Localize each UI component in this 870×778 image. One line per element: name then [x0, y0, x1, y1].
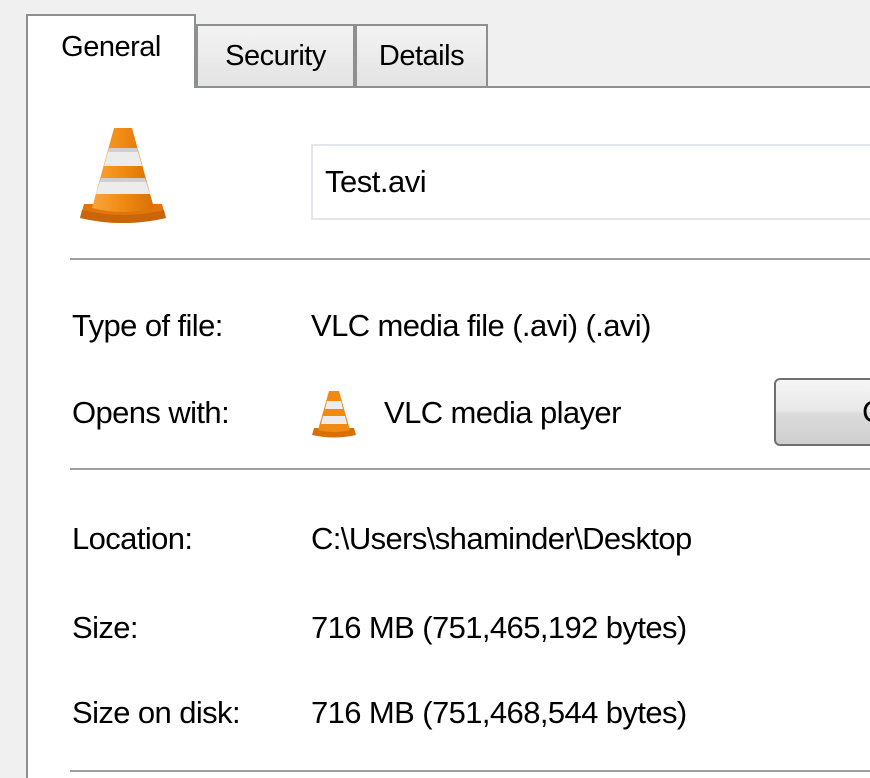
change-button[interactable]: C	[774, 378, 870, 446]
separator	[70, 770, 870, 772]
opens-with-app-name: VLC media player	[384, 395, 621, 430]
size-label: Size:	[72, 610, 139, 645]
location-value: C:\Users\shaminder\Desktop	[311, 521, 692, 556]
size-on-disk-label: Size on disk:	[72, 695, 241, 730]
size-on-disk-value: 716 MB (751,468,544 bytes)	[311, 695, 687, 730]
size-value: 716 MB (751,465,192 bytes)	[311, 610, 687, 645]
file-properties-window: General Security Details Test.avi Type o…	[0, 0, 870, 778]
vlc-cone-icon	[80, 128, 166, 223]
location-label: Location:	[72, 521, 193, 556]
type-of-file-label: Type of file:	[72, 308, 223, 343]
separator	[70, 258, 870, 260]
vlc-cone-icon	[312, 391, 356, 438]
opens-with-label: Opens with:	[72, 395, 230, 430]
file-name-field[interactable]	[311, 144, 870, 220]
separator	[70, 468, 870, 470]
type-of-file-value: VLC media file (.avi) (.avi)	[311, 308, 651, 343]
